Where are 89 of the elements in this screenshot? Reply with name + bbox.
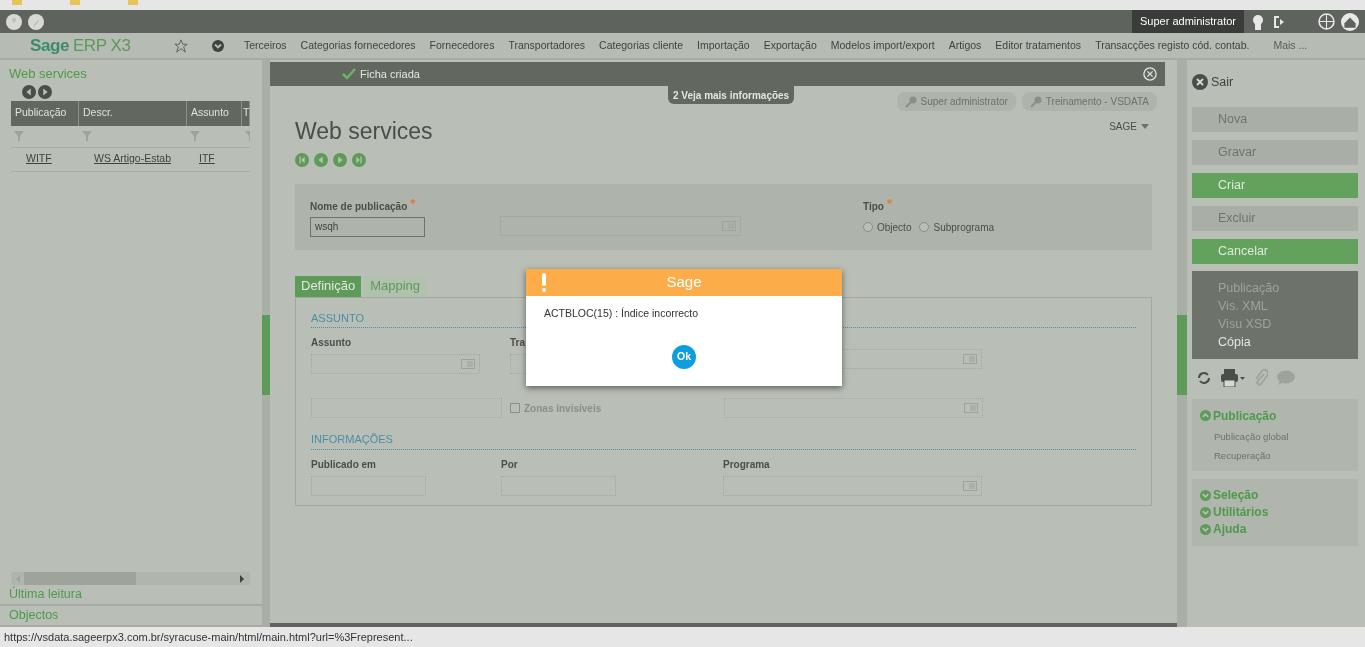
input-field[interactable] bbox=[724, 398, 984, 418]
menu-item[interactable]: Categorias fornecedores bbox=[300, 37, 416, 54]
field-label: Assunto bbox=[311, 336, 352, 350]
group-link[interactable]: Recuperação bbox=[1200, 449, 1358, 464]
dialog-message: ACTBLOC(15) : Índice incorrecto bbox=[543, 306, 700, 321]
tab[interactable]: Definição bbox=[295, 275, 362, 297]
ok-button[interactable]: Ok bbox=[672, 344, 696, 369]
warning-icon bbox=[542, 273, 546, 292]
refresh-icon[interactable] bbox=[1196, 369, 1212, 386]
exit-link[interactable]: Sair bbox=[1192, 73, 1358, 92]
chevron-down-icon[interactable] bbox=[212, 39, 224, 52]
paperclip-icon[interactable] bbox=[1254, 368, 1268, 387]
field-label: Publicado em bbox=[311, 457, 377, 472]
list-icon[interactable] bbox=[461, 359, 475, 369]
user-icon[interactable] bbox=[1250, 13, 1266, 30]
menu-item[interactable]: Modelos import/export bbox=[830, 37, 935, 54]
folder-selector[interactable]: SAGE bbox=[1109, 119, 1149, 134]
table-link[interactable]: WS Artigo-Estab bbox=[79, 151, 187, 167]
menu-item[interactable]: Mais ... bbox=[1273, 37, 1308, 54]
menu-item[interactable]: Categorias cliente bbox=[599, 37, 684, 54]
field-label: Nome de publicação * bbox=[310, 198, 417, 214]
menu-item[interactable]: Importação bbox=[697, 37, 750, 54]
input-field[interactable] bbox=[311, 354, 480, 374]
menu-item[interactable]: Exportação bbox=[763, 37, 817, 54]
list-icon[interactable] bbox=[963, 354, 977, 364]
collapse-handle[interactable] bbox=[1177, 315, 1187, 395]
last-record-icon[interactable] bbox=[352, 152, 366, 167]
field-label: Por bbox=[501, 457, 519, 472]
filter-icon[interactable] bbox=[14, 131, 24, 141]
input-field[interactable]: wsqh bbox=[310, 216, 425, 237]
panel-title: Web services bbox=[8, 65, 88, 83]
filter-icon[interactable] bbox=[190, 131, 200, 141]
action-button[interactable]: Cancelar bbox=[1192, 238, 1358, 264]
scrollbar[interactable] bbox=[11, 572, 250, 585]
previous-icon[interactable] bbox=[22, 84, 36, 99]
expand-icon bbox=[1200, 524, 1211, 536]
menu-item[interactable]: Artigos bbox=[948, 37, 982, 54]
home-icon[interactable] bbox=[1341, 12, 1359, 31]
context-badge[interactable]: Super administrator bbox=[896, 92, 1016, 111]
notification-text: Ficha criada bbox=[360, 66, 420, 82]
radio-option[interactable]: Subprograma bbox=[919, 219, 995, 235]
radio-option[interactable]: Objecto bbox=[863, 219, 912, 235]
expand-icon bbox=[1200, 507, 1211, 519]
action-button[interactable]: Criar bbox=[1192, 172, 1358, 198]
column-header[interactable]: Descr. bbox=[79, 100, 187, 126]
globe-icon[interactable] bbox=[1318, 13, 1335, 30]
first-record-icon[interactable] bbox=[295, 152, 309, 167]
close-icon[interactable] bbox=[1143, 67, 1157, 81]
required-mark: * bbox=[886, 198, 892, 213]
star-icon[interactable] bbox=[174, 38, 188, 53]
context-badge[interactable]: Treinamento - VSDATA bbox=[1021, 92, 1157, 111]
field-label: Tipo * bbox=[863, 198, 893, 214]
bookmark-icon[interactable] bbox=[128, 0, 138, 5]
expand-icon bbox=[1200, 490, 1211, 502]
bookmark-icon[interactable] bbox=[12, 0, 22, 5]
dialog-title: Sage bbox=[666, 272, 702, 293]
field-label: Programa bbox=[723, 457, 771, 472]
close-icon bbox=[1192, 74, 1208, 91]
list-icon[interactable] bbox=[963, 480, 977, 491]
section-title: INFORMAÇÕES bbox=[311, 431, 1136, 450]
column-header[interactable]: T bbox=[242, 100, 250, 126]
menu-item[interactable]: Cópia bbox=[1218, 332, 1358, 351]
printer-icon[interactable] bbox=[1220, 368, 1246, 387]
logout-icon[interactable] bbox=[1272, 14, 1286, 29]
filter-icon[interactable] bbox=[82, 131, 92, 141]
chat-icon[interactable] bbox=[1276, 369, 1296, 386]
table-link[interactable]: WITF bbox=[11, 151, 79, 167]
column-header[interactable]: Publicação bbox=[11, 100, 79, 126]
menu-item[interactable]: Terceiros bbox=[244, 37, 287, 54]
list-icon[interactable] bbox=[964, 403, 979, 413]
field-label: Tra bbox=[510, 336, 526, 350]
menu-item[interactable]: Transacções registo cód. contab. bbox=[1095, 37, 1250, 54]
menu-item[interactable]: Fornecedores bbox=[429, 37, 495, 54]
collapse-icon bbox=[1200, 410, 1211, 422]
required-mark: * bbox=[410, 198, 416, 213]
input-field[interactable] bbox=[723, 475, 982, 496]
group-link[interactable]: Publicação global bbox=[1200, 429, 1358, 444]
table-link[interactable]: ITF bbox=[187, 151, 242, 167]
key-icon bbox=[904, 95, 917, 108]
bookmark-icon[interactable] bbox=[70, 0, 80, 5]
more-info-tab[interactable]: 2 Veja mais informações bbox=[668, 86, 795, 104]
check-icon bbox=[342, 68, 356, 80]
collapse-handle[interactable] bbox=[262, 315, 270, 395]
menu-item[interactable]: Transportadores bbox=[508, 37, 586, 54]
next-icon[interactable] bbox=[38, 84, 52, 99]
page-title: Web services bbox=[295, 117, 433, 146]
column-header[interactable]: Assunto bbox=[187, 100, 242, 126]
menu-item[interactable]: Editor tratamentos bbox=[995, 37, 1082, 54]
user-name[interactable]: Super administrator bbox=[1132, 10, 1244, 33]
